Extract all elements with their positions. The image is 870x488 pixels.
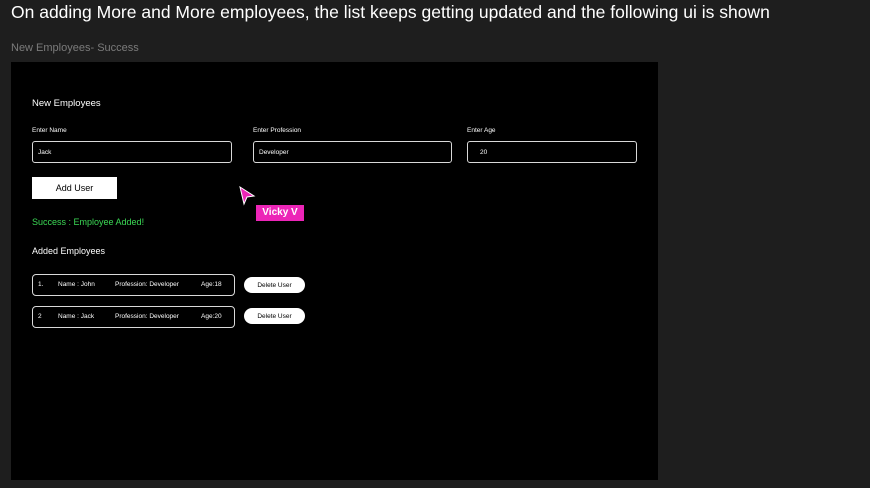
add-user-button[interactable]: Add User — [32, 177, 117, 199]
app-frame: New Employees Enter Name Enter Professio… — [11, 62, 658, 480]
profession-label: Enter Profession — [253, 127, 302, 134]
collaborator-name-tag: Vicky V — [256, 205, 304, 221]
employee-index: 2 — [38, 313, 42, 320]
employee-row: 2 Name : Jack Profession: Developer Age:… — [32, 306, 235, 328]
employee-age: Age:18 — [201, 281, 222, 288]
age-label: Enter Age — [467, 127, 496, 134]
employee-row: 1. Name : John Profession: Developer Age… — [32, 274, 235, 296]
employee-profession: Profession: Developer — [115, 281, 179, 288]
annotation-heading: On adding More and More employees, the l… — [11, 2, 770, 22]
frame-label[interactable]: New Employees- Success — [11, 42, 139, 54]
employee-profession: Profession: Developer — [115, 313, 179, 320]
age-input[interactable] — [467, 141, 637, 163]
collaborator-cursor-icon — [239, 186, 256, 206]
delete-user-button[interactable]: Delete User — [244, 277, 305, 293]
delete-user-button[interactable]: Delete User — [244, 308, 305, 324]
employee-index: 1. — [38, 281, 44, 288]
employee-name: Name : John — [58, 281, 95, 288]
employee-name: Name : Jack — [58, 313, 95, 320]
name-input[interactable] — [32, 141, 232, 163]
success-message: Success : Employee Added! — [32, 217, 145, 227]
name-label: Enter Name — [32, 127, 67, 134]
employee-age: Age:20 — [201, 313, 222, 320]
form-title: New Employees — [32, 98, 101, 109]
profession-input[interactable] — [253, 141, 452, 163]
added-employees-title: Added Employees — [32, 246, 106, 256]
